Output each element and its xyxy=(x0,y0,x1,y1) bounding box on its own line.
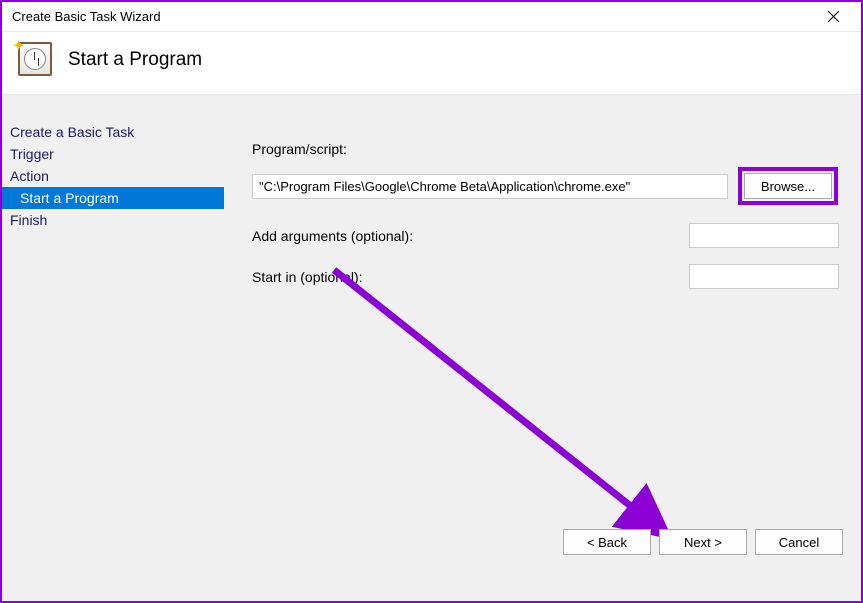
page-title: Start a Program xyxy=(68,49,202,71)
sidebar-item-trigger[interactable]: Trigger xyxy=(2,143,224,165)
sidebar-item-create-task[interactable]: Create a Basic Task xyxy=(2,121,224,143)
cancel-button[interactable]: Cancel xyxy=(755,529,843,555)
startin-input[interactable] xyxy=(689,264,839,289)
wizard-body: Create a Basic Task Trigger Action Start… xyxy=(2,95,861,565)
close-icon[interactable] xyxy=(813,3,853,31)
arguments-label: Add arguments (optional): xyxy=(252,228,532,244)
wizard-header: ✦ Start a Program xyxy=(2,32,861,95)
startin-label: Start in (optional): xyxy=(252,269,532,285)
wizard-sidebar: Create a Basic Task Trigger Action Start… xyxy=(2,95,224,565)
wizard-footer: < Back Next > Cancel xyxy=(563,529,843,555)
back-button[interactable]: < Back xyxy=(563,529,651,555)
sidebar-item-start-program[interactable]: Start a Program xyxy=(2,187,224,209)
window-title: Create Basic Task Wizard xyxy=(12,9,813,24)
next-button[interactable]: Next > xyxy=(659,529,747,555)
program-input[interactable] xyxy=(252,174,728,199)
sidebar-item-finish[interactable]: Finish xyxy=(2,209,224,231)
annotation-highlight: Browse... xyxy=(738,167,838,205)
wizard-main: Program/script: Browse... Add arguments … xyxy=(224,95,861,565)
titlebar: Create Basic Task Wizard xyxy=(2,2,861,32)
arguments-input[interactable] xyxy=(689,223,839,248)
program-label: Program/script: xyxy=(252,141,839,157)
wizard-icon: ✦ xyxy=(18,42,54,78)
browse-button[interactable]: Browse... xyxy=(744,173,832,199)
sidebar-item-action[interactable]: Action xyxy=(2,165,224,187)
